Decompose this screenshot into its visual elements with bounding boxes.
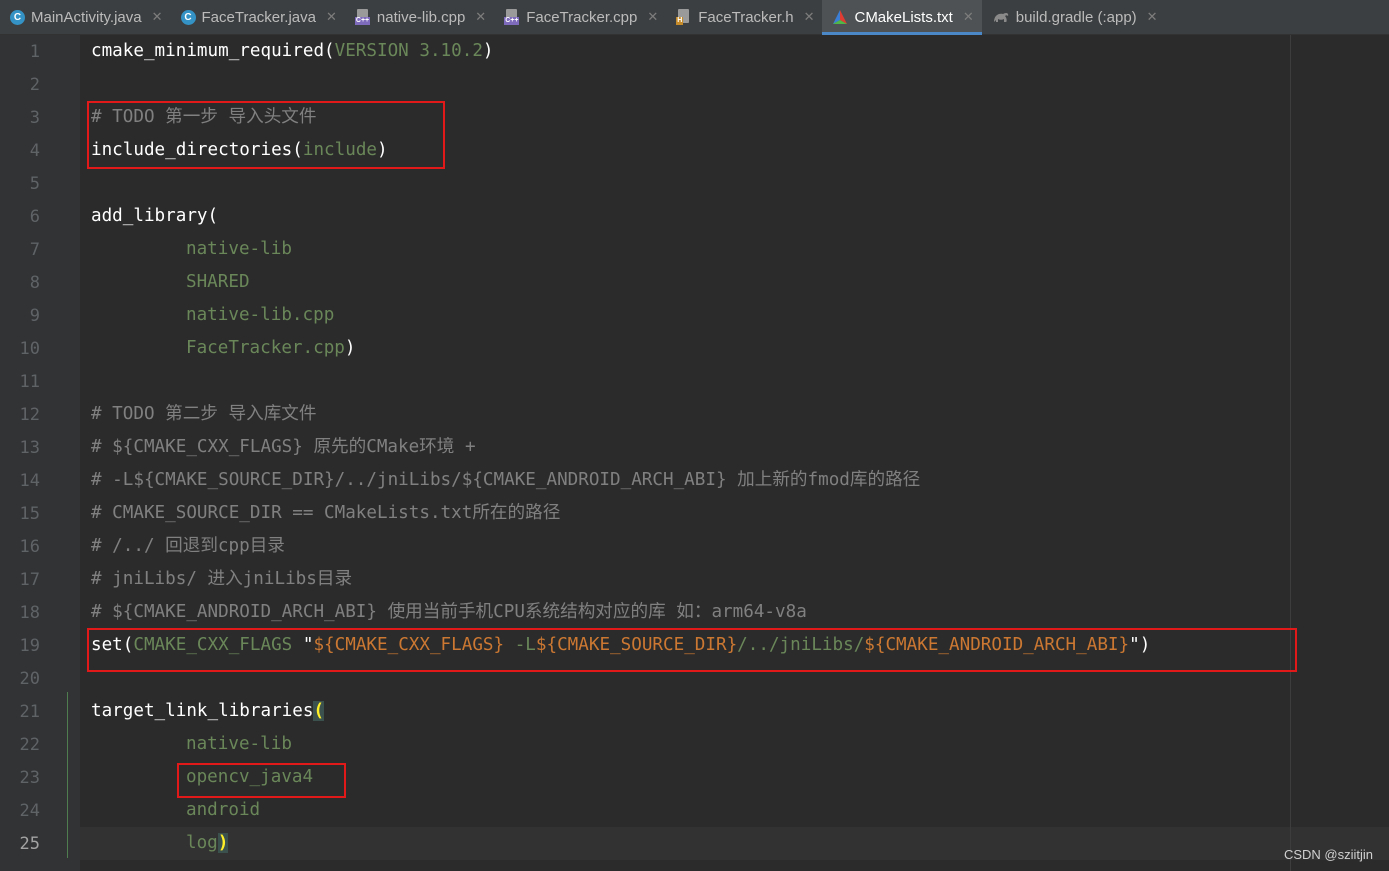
tab-label: CMakeLists.txt xyxy=(854,8,953,26)
code-line-7: native-lib xyxy=(186,239,292,259)
code-line-6: add_library( xyxy=(91,206,219,226)
line-number: 24 xyxy=(19,801,40,821)
tab-cmakelists-txt[interactable]: CMakeLists.txt ✕ xyxy=(822,0,983,35)
right-margin-guide xyxy=(1290,35,1291,871)
code-line-10: FaceTracker.cpp) xyxy=(186,338,356,358)
line-number: 19 xyxy=(19,636,40,656)
line-number: 3 xyxy=(29,108,40,128)
matched-paren-open: ( xyxy=(313,701,325,721)
cpp-file-icon: C++ xyxy=(354,9,371,25)
code-line-17: # jniLibs/ 进入jniLibs目录 xyxy=(91,569,353,589)
code-line-18: # ${CMAKE_ANDROID_ARCH_ABI} 使用当前手机CPU系统结… xyxy=(91,602,807,622)
line-number: 5 xyxy=(29,174,40,194)
line-number: 9 xyxy=(29,306,40,326)
tab-label: native-lib.cpp xyxy=(376,8,466,26)
tab-label: MainActivity.java xyxy=(31,8,142,26)
tab-native-lib-cpp[interactable]: C++ native-lib.cpp ✕ xyxy=(345,0,494,34)
line-number: 10 xyxy=(19,339,40,359)
tab-facetracker-h[interactable]: H FaceTracker.h ✕ xyxy=(666,0,822,34)
header-file-icon: H xyxy=(676,9,692,25)
matched-paren-close: ) xyxy=(217,833,229,853)
line-number: 17 xyxy=(19,570,40,590)
code-line-8: SHARED xyxy=(186,272,250,292)
code-line-24: android xyxy=(186,800,261,820)
cmake-icon xyxy=(833,10,848,24)
tab-mainactivity-java[interactable]: C MainActivity.java ✕ xyxy=(0,0,171,34)
close-icon[interactable]: ✕ xyxy=(804,9,815,25)
close-icon[interactable]: ✕ xyxy=(647,9,658,25)
line-number: 1 xyxy=(29,42,40,62)
line-number: 2 xyxy=(29,75,40,95)
line-number: 23 xyxy=(19,768,40,788)
annotation-box-set-flags xyxy=(87,628,1297,672)
watermark: CSDN @sziitjin xyxy=(1283,847,1373,862)
tab-facetracker-cpp[interactable]: C++ FaceTracker.cpp ✕ xyxy=(494,0,666,34)
fold-guide xyxy=(67,692,68,858)
code-line-25: log) xyxy=(186,833,229,853)
cpp-file-icon: C++ xyxy=(504,9,520,25)
line-number: 16 xyxy=(19,537,40,557)
annotation-box-opencv xyxy=(177,763,346,798)
code-line-22: native-lib xyxy=(186,734,292,754)
line-number: 13 xyxy=(19,438,40,458)
tab-facetracker-java[interactable]: C FaceTracker.java ✕ xyxy=(171,0,345,34)
code-line-15: # CMAKE_SOURCE_DIR == CMakeLists.txt所在的路… xyxy=(91,503,561,523)
tab-label: FaceTracker.cpp xyxy=(526,8,638,26)
line-number: 18 xyxy=(19,603,40,623)
code-line-13: # ${CMAKE_CXX_FLAGS} 原先的CMake环境 + xyxy=(91,437,476,457)
line-number: 22 xyxy=(19,735,40,755)
tab-label: FaceTracker.h xyxy=(698,8,794,26)
tab-build-gradle[interactable]: build.gradle (:app) ✕ xyxy=(982,0,1166,34)
tab-label: FaceTracker.java xyxy=(201,8,317,26)
line-number: 14 xyxy=(19,471,40,491)
line-number: 7 xyxy=(29,240,40,260)
line-number: 20 xyxy=(19,669,40,689)
code-line-21: target_link_libraries( xyxy=(91,701,325,721)
line-number: 8 xyxy=(29,273,40,293)
close-icon[interactable]: ✕ xyxy=(963,9,974,25)
gradle-icon xyxy=(993,12,1008,22)
current-line-highlight xyxy=(80,827,1389,860)
line-number: 21 xyxy=(19,702,40,722)
editor-tab-bar: C MainActivity.java ✕ C FaceTracker.java… xyxy=(0,0,1389,35)
close-icon[interactable]: ✕ xyxy=(475,9,486,25)
code-line-14: # -L${CMAKE_SOURCE_DIR}/../jniLibs/${CMA… xyxy=(91,470,921,490)
java-class-icon: C xyxy=(10,9,25,25)
close-icon[interactable]: ✕ xyxy=(326,9,337,25)
code-line-9: native-lib.cpp xyxy=(186,305,335,325)
line-number: 6 xyxy=(29,207,40,227)
java-class-icon: C xyxy=(180,9,196,25)
code-line-12: # TODO 第二步 导入库文件 xyxy=(91,404,317,424)
line-number-current: 25 xyxy=(19,834,40,854)
line-number: 15 xyxy=(19,504,40,524)
line-number-gutter[interactable]: 1 2 3 4 5 6 7 8 9 10 11 12 13 14 15 16 1… xyxy=(0,35,80,871)
code-line-1: cmake_minimum_required(VERSION 3.10.2) xyxy=(91,41,494,61)
tab-label: build.gradle (:app) xyxy=(1015,8,1137,26)
line-number: 4 xyxy=(29,141,40,161)
code-line-16: # /../ 回退到cpp目录 xyxy=(91,536,285,556)
line-number: 11 xyxy=(19,372,40,392)
close-icon[interactable]: ✕ xyxy=(152,9,163,25)
close-icon[interactable]: ✕ xyxy=(1147,9,1158,25)
line-number: 12 xyxy=(19,405,40,425)
annotation-box-include xyxy=(87,101,445,169)
